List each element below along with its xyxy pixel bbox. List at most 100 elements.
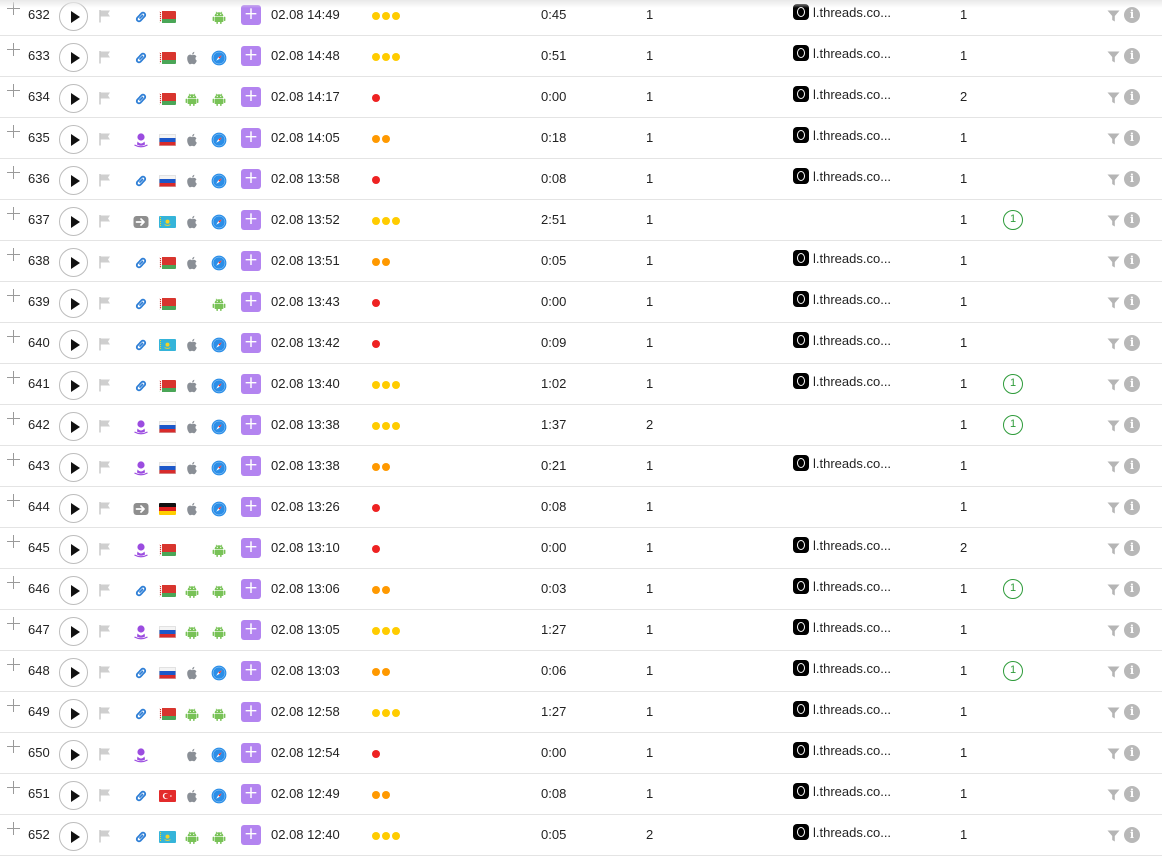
flag-icon[interactable] [98,337,112,351]
play-recording-button[interactable] [59,43,88,72]
goal-badge[interactable]: 1 [1003,210,1023,230]
filter-icon[interactable] [1107,338,1120,350]
referrer[interactable]: l.threads.co... [793,578,891,594]
plus-icon[interactable] [7,207,20,220]
filter-icon[interactable] [1107,625,1120,637]
filter-icon[interactable] [1107,92,1120,104]
plus-icon[interactable] [7,412,20,425]
referrer[interactable]: l.threads.co... [793,373,891,389]
referrer[interactable]: l.threads.co... [793,127,891,143]
add-note-button[interactable]: + [241,743,261,763]
filter-icon[interactable] [1107,502,1120,514]
plus-icon[interactable] [7,494,20,507]
flag-icon[interactable] [98,829,112,843]
filter-icon[interactable] [1107,789,1120,801]
play-recording-button[interactable] [59,494,88,523]
add-note-button[interactable]: + [241,374,261,394]
add-note-button[interactable]: + [241,825,261,845]
add-note-button[interactable]: + [241,415,261,435]
referrer[interactable]: l.threads.co... [793,45,891,61]
filter-icon[interactable] [1107,10,1120,22]
plus-icon[interactable] [7,371,20,384]
flag-icon[interactable] [98,378,112,392]
flag-icon[interactable] [98,706,112,720]
info-icon[interactable]: i [1124,48,1140,64]
plus-icon[interactable] [7,576,20,589]
info-icon[interactable]: i [1124,663,1140,679]
add-note-button[interactable]: + [241,87,261,107]
add-note-button[interactable]: + [241,169,261,189]
filter-icon[interactable] [1107,256,1120,268]
add-note-button[interactable]: + [241,579,261,599]
filter-icon[interactable] [1107,215,1120,227]
flag-icon[interactable] [98,747,112,761]
filter-icon[interactable] [1107,133,1120,145]
play-recording-button[interactable] [59,453,88,482]
info-icon[interactable]: i [1124,171,1140,187]
filter-icon[interactable] [1107,543,1120,555]
referrer[interactable]: l.threads.co... [793,783,891,799]
filter-icon[interactable] [1107,830,1120,842]
play-recording-button[interactable] [59,740,88,769]
play-recording-button[interactable] [59,125,88,154]
play-recording-button[interactable] [59,289,88,318]
add-note-button[interactable]: + [241,333,261,353]
referrer[interactable]: l.threads.co... [793,701,891,717]
play-recording-button[interactable] [59,822,88,851]
plus-icon[interactable] [7,84,20,97]
flag-icon[interactable] [98,214,112,228]
filter-icon[interactable] [1107,379,1120,391]
filter-icon[interactable] [1107,461,1120,473]
plus-icon[interactable] [7,248,20,261]
referrer[interactable]: l.threads.co... [793,332,891,348]
flag-icon[interactable] [98,542,112,556]
info-icon[interactable]: i [1124,581,1140,597]
add-note-button[interactable]: + [241,661,261,681]
add-note-button[interactable]: + [241,620,261,640]
add-note-button[interactable]: + [241,251,261,271]
flag-icon[interactable] [98,50,112,64]
referrer[interactable]: l.threads.co... [793,455,891,471]
flag-icon[interactable] [98,419,112,433]
flag-icon[interactable] [98,501,112,515]
filter-icon[interactable] [1107,297,1120,309]
play-recording-button[interactable] [59,166,88,195]
play-recording-button[interactable] [59,371,88,400]
add-note-button[interactable]: + [241,210,261,230]
referrer[interactable]: l.threads.co... [793,537,891,553]
add-note-button[interactable]: + [241,497,261,517]
plus-icon[interactable] [7,658,20,671]
play-recording-button[interactable] [59,412,88,441]
plus-icon[interactable] [7,289,20,302]
play-recording-button[interactable] [59,84,88,113]
filter-icon[interactable] [1107,748,1120,760]
info-icon[interactable]: i [1124,130,1140,146]
info-icon[interactable]: i [1124,458,1140,474]
add-note-button[interactable]: + [241,538,261,558]
info-icon[interactable]: i [1124,499,1140,515]
plus-icon[interactable] [7,822,20,835]
play-recording-button[interactable] [59,781,88,810]
info-icon[interactable]: i [1124,704,1140,720]
play-recording-button[interactable] [59,576,88,605]
filter-icon[interactable] [1107,584,1120,596]
play-recording-button[interactable] [59,248,88,277]
referrer[interactable]: l.threads.co... [793,4,891,20]
referrer[interactable]: l.threads.co... [793,291,891,307]
referrer[interactable]: l.threads.co... [793,86,891,102]
add-note-button[interactable]: + [241,46,261,66]
info-icon[interactable]: i [1124,335,1140,351]
info-icon[interactable]: i [1124,417,1140,433]
add-note-button[interactable]: + [241,702,261,722]
flag-icon[interactable] [98,665,112,679]
goal-badge[interactable]: 1 [1003,661,1023,681]
plus-icon[interactable] [7,330,20,343]
info-icon[interactable]: i [1124,294,1140,310]
info-icon[interactable]: i [1124,7,1140,23]
play-recording-button[interactable] [59,535,88,564]
info-icon[interactable]: i [1124,212,1140,228]
referrer[interactable]: l.threads.co... [793,742,891,758]
plus-icon[interactable] [7,781,20,794]
flag-icon[interactable] [98,255,112,269]
plus-icon[interactable] [7,166,20,179]
